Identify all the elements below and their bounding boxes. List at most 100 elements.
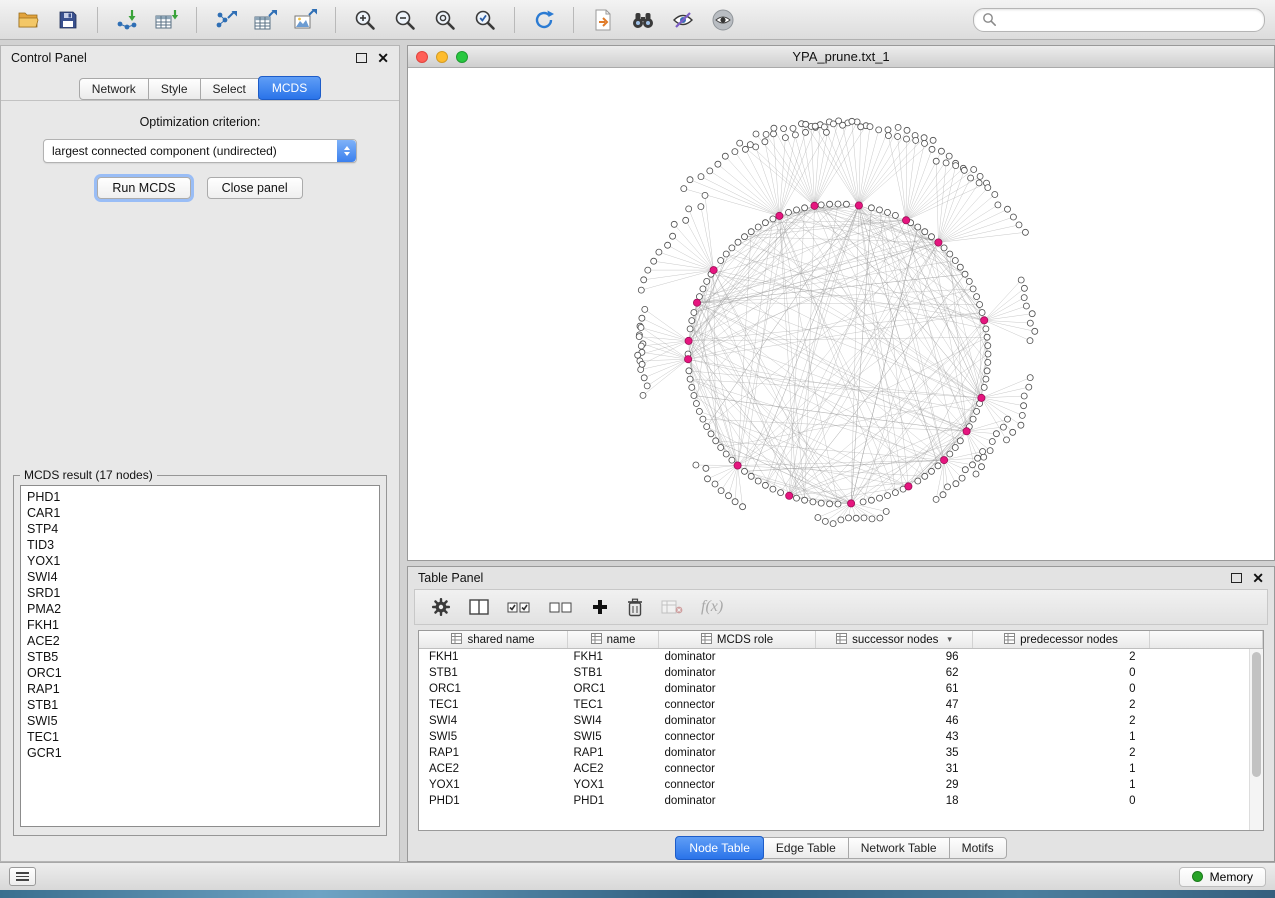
table-row[interactable]: ORC1ORC1dominator610 <box>419 681 1263 697</box>
close-panel-button[interactable]: Close panel <box>207 177 303 199</box>
cell-shared-name[interactable]: ACE2 <box>419 761 568 777</box>
tab-node-table[interactable]: Node Table <box>675 836 764 860</box>
cell-MCDS-role[interactable]: dominator <box>659 649 816 666</box>
mcds-result-item[interactable]: ACE2 <box>21 633 379 649</box>
export-image-button[interactable] <box>288 5 324 35</box>
cell-successor-nodes[interactable]: 43 <box>816 729 973 745</box>
cell-shared-name[interactable]: TEC1 <box>419 697 568 713</box>
cell-name[interactable]: SWI4 <box>568 713 659 729</box>
mcds-result-item[interactable]: RAP1 <box>21 681 379 697</box>
cell-shared-name[interactable]: YOX1 <box>419 777 568 793</box>
close-table-panel-icon[interactable]: ✕ <box>1252 573 1264 583</box>
cell-shared-name[interactable]: RAP1 <box>419 745 568 761</box>
table-row[interactable]: TEC1TEC1connector472 <box>419 697 1263 713</box>
cell-name[interactable]: TEC1 <box>568 697 659 713</box>
table-row[interactable]: FKH1FKH1dominator962 <box>419 649 1263 666</box>
search-input[interactable] <box>997 12 1256 28</box>
cell-MCDS-role[interactable]: connector <box>659 729 816 745</box>
cell-predecessor-nodes[interactable]: 2 <box>973 745 1150 761</box>
find-network-button[interactable] <box>625 5 661 35</box>
cell-MCDS-role[interactable]: dominator <box>659 665 816 681</box>
mcds-result-item[interactable]: GCR1 <box>21 745 379 761</box>
cell-name[interactable]: YOX1 <box>568 777 659 793</box>
tab-network-table[interactable]: Network Table <box>848 837 950 859</box>
cell-MCDS-role[interactable]: dominator <box>659 713 816 729</box>
save-session-button[interactable] <box>50 5 86 35</box>
cell-predecessor-nodes[interactable]: 1 <box>973 777 1150 793</box>
cell-MCDS-role[interactable]: connector <box>659 697 816 713</box>
mcds-result-item[interactable]: TID3 <box>21 537 379 553</box>
cell-name[interactable]: RAP1 <box>568 745 659 761</box>
import-network-button[interactable] <box>109 5 145 35</box>
tab-edge-table[interactable]: Edge Table <box>763 837 849 859</box>
column-header-shared-name[interactable]: shared name <box>419 631 568 649</box>
cell-successor-nodes[interactable]: 29 <box>816 777 973 793</box>
tab-style[interactable]: Style <box>148 78 201 100</box>
mcds-result-item[interactable]: FKH1 <box>21 617 379 633</box>
mcds-result-item[interactable]: CAR1 <box>21 505 379 521</box>
cell-successor-nodes[interactable]: 18 <box>816 793 973 809</box>
column-header-MCDS-role[interactable]: MCDS role <box>659 631 816 649</box>
cell-name[interactable]: ORC1 <box>568 681 659 697</box>
cell-shared-name[interactable]: SWI5 <box>419 729 568 745</box>
mcds-result-item[interactable]: YOX1 <box>21 553 379 569</box>
window-close-icon[interactable] <box>416 51 428 63</box>
tab-select[interactable]: Select <box>200 78 259 100</box>
float-panel-icon[interactable] <box>356 53 367 63</box>
cell-name[interactable]: ACE2 <box>568 761 659 777</box>
cell-predecessor-nodes[interactable]: 0 <box>973 665 1150 681</box>
tab-motifs[interactable]: Motifs <box>949 837 1007 859</box>
cell-predecessor-nodes[interactable]: 1 <box>973 761 1150 777</box>
cell-shared-name[interactable]: SWI4 <box>419 713 568 729</box>
table-row[interactable]: RAP1RAP1dominator352 <box>419 745 1263 761</box>
unselect-all-columns-button[interactable] <box>549 598 573 616</box>
zoom-in-button[interactable] <box>347 5 383 35</box>
cell-predecessor-nodes[interactable]: 0 <box>973 793 1150 809</box>
export-network-button[interactable] <box>208 5 244 35</box>
cell-MCDS-role[interactable]: dominator <box>659 745 816 761</box>
show-columns-button[interactable] <box>469 598 489 616</box>
cell-shared-name[interactable]: FKH1 <box>419 649 568 666</box>
panel-menu-button[interactable] <box>9 867 36 886</box>
cell-predecessor-nodes[interactable]: 0 <box>973 681 1150 697</box>
create-column-button[interactable] <box>591 598 609 616</box>
cell-successor-nodes[interactable]: 96 <box>816 649 973 666</box>
network-canvas[interactable] <box>408 68 1274 561</box>
run-mcds-button[interactable]: Run MCDS <box>97 177 190 199</box>
cell-shared-name[interactable]: PHD1 <box>419 793 568 809</box>
select-all-columns-button[interactable] <box>507 598 531 616</box>
cell-shared-name[interactable]: STB1 <box>419 665 568 681</box>
delete-column-button[interactable] <box>627 598 643 617</box>
delete-table-button[interactable] <box>661 599 683 615</box>
table-settings-button[interactable] <box>431 597 451 617</box>
column-header-predecessor-nodes[interactable]: predecessor nodes <box>973 631 1150 649</box>
open-session-button[interactable] <box>10 5 46 35</box>
zoom-fit-button[interactable] <box>427 5 463 35</box>
table-row[interactable]: ACE2ACE2connector311 <box>419 761 1263 777</box>
mcds-result-item[interactable]: STB5 <box>21 649 379 665</box>
search-box[interactable] <box>973 8 1265 32</box>
cell-predecessor-nodes[interactable]: 2 <box>973 697 1150 713</box>
cell-successor-nodes[interactable]: 61 <box>816 681 973 697</box>
cell-successor-nodes[interactable]: 47 <box>816 697 973 713</box>
network-view-titlebar[interactable]: YPA_prune.txt_1 <box>408 46 1274 68</box>
mcds-result-item[interactable]: ORC1 <box>21 665 379 681</box>
table-scrollbar[interactable] <box>1249 649 1263 830</box>
cell-name[interactable]: PHD1 <box>568 793 659 809</box>
table-row[interactable]: SWI5SWI5connector431 <box>419 729 1263 745</box>
show-details-button[interactable] <box>705 5 741 35</box>
export-table-button[interactable] <box>248 5 284 35</box>
mcds-result-item[interactable]: STP4 <box>21 521 379 537</box>
column-header-successor-nodes[interactable]: successor nodes▾ <box>816 631 973 649</box>
cell-MCDS-role[interactable]: connector <box>659 761 816 777</box>
cell-name[interactable]: STB1 <box>568 665 659 681</box>
criterion-dropdown[interactable]: largest connected component (undirected) <box>43 139 357 163</box>
close-panel-icon[interactable]: ✕ <box>377 53 389 63</box>
table-row[interactable]: SWI4SWI4dominator462 <box>419 713 1263 729</box>
cell-successor-nodes[interactable]: 62 <box>816 665 973 681</box>
hide-details-button[interactable] <box>665 5 701 35</box>
tab-mcds[interactable]: MCDS <box>258 76 321 100</box>
window-maximize-icon[interactable] <box>456 51 468 63</box>
cell-predecessor-nodes[interactable]: 2 <box>973 649 1150 666</box>
cell-successor-nodes[interactable]: 31 <box>816 761 973 777</box>
